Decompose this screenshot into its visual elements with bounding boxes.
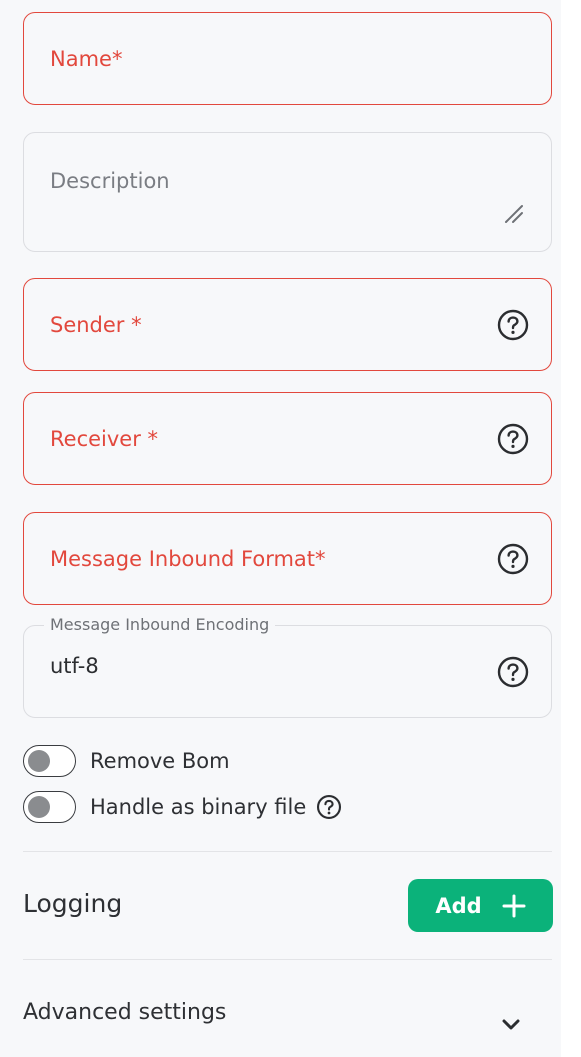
logging-title: Logging [23, 889, 123, 918]
plus-icon [502, 894, 526, 917]
help-circle-icon[interactable] [497, 543, 529, 575]
receiver-label: Receiver * [50, 426, 159, 451]
toggle-knob [28, 750, 50, 772]
help-circle-icon[interactable] [497, 309, 529, 341]
inbound-encoding-value: utf-8 [50, 654, 99, 678]
add-button-label: Add [435, 893, 482, 918]
inbound-encoding-field[interactable]: Message Inbound Encoding utf-8 [23, 615, 552, 718]
binary-file-row: Handle as binary file [23, 790, 342, 824]
toggle-knob [28, 796, 50, 818]
section-divider [23, 959, 552, 960]
name-label: Name* [50, 46, 123, 71]
receiver-field[interactable]: Receiver * [23, 392, 552, 485]
name-field[interactable]: Name* [23, 12, 552, 105]
remove-bom-toggle[interactable] [23, 745, 76, 777]
resize-handle-icon[interactable] [503, 203, 525, 225]
binary-file-toggle[interactable] [23, 791, 76, 823]
description-label: Description [50, 169, 170, 193]
section-divider [23, 851, 552, 852]
remove-bom-row: Remove Bom [23, 744, 230, 778]
sender-field[interactable]: Sender * [23, 278, 552, 371]
chevron-down-icon[interactable] [500, 1013, 522, 1035]
inbound-encoding-legend: Message Inbound Encoding [44, 615, 276, 634]
inbound-format-field[interactable]: Message Inbound Format* [23, 512, 552, 605]
advanced-settings-toggle[interactable]: Advanced settings [23, 1000, 226, 1025]
sender-label: Sender * [50, 312, 142, 337]
add-logging-button[interactable]: Add [408, 879, 553, 932]
remove-bom-label: Remove Bom [90, 749, 230, 773]
help-circle-icon[interactable] [316, 794, 342, 820]
inbound-format-label: Message Inbound Format* [50, 546, 326, 571]
description-field[interactable]: Description [23, 132, 552, 252]
help-circle-icon[interactable] [497, 423, 529, 455]
binary-file-label: Handle as binary file [90, 795, 307, 819]
help-circle-icon[interactable] [497, 656, 529, 688]
form-panel: Name* Description Sender * Receiver * Me… [0, 0, 561, 1057]
